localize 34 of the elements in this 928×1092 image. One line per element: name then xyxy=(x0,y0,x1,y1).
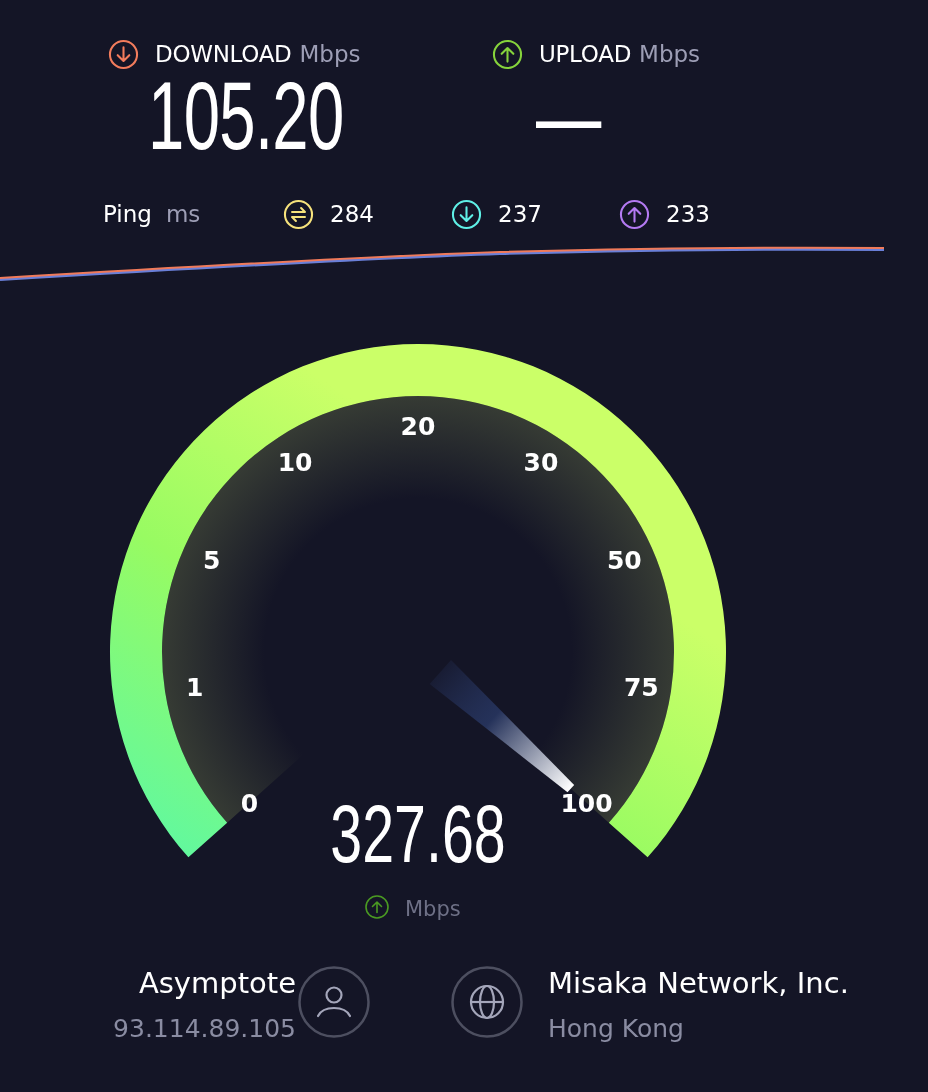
scale-label: 5 xyxy=(203,545,221,575)
unit-label: ms xyxy=(165,201,201,227)
download-icon xyxy=(108,38,139,70)
result-label: DOWNLOAD xyxy=(155,41,292,67)
ping-value: 284 xyxy=(330,201,374,227)
upload-icon xyxy=(365,895,389,919)
scale-label: 0 xyxy=(240,788,259,818)
scale-label: 50 xyxy=(606,545,642,575)
user-icon[interactable] xyxy=(298,966,370,1038)
speed-reading: 327.68 xyxy=(330,787,506,880)
scale-label: 75 xyxy=(623,672,659,702)
scale-label: 20 xyxy=(400,412,436,441)
upload-icon xyxy=(619,198,650,230)
unit-label: Mbps xyxy=(639,41,701,67)
download-icon xyxy=(451,198,482,230)
server-name: Misaka Network, Inc. xyxy=(548,966,849,1000)
client-name: Asymptote xyxy=(138,966,296,1000)
unit-label: Mbps xyxy=(405,897,461,921)
ping-value: 233 xyxy=(666,201,710,227)
ping-label: Ping xyxy=(103,201,152,227)
scale-label: 100 xyxy=(560,788,613,818)
server-location: Hong Kong xyxy=(548,1014,685,1043)
speed-value: 105.20 xyxy=(148,70,344,162)
upload-icon xyxy=(492,38,523,70)
unit-label: Mbps xyxy=(299,41,361,67)
ping-value: 237 xyxy=(498,201,542,227)
speed-value: — xyxy=(536,70,601,162)
globe-icon[interactable] xyxy=(451,966,523,1038)
scale-label: 30 xyxy=(523,448,559,478)
jitter-icon xyxy=(283,198,314,230)
ip-address: 93.114.89.105 xyxy=(113,1014,296,1043)
scale-label: 10 xyxy=(277,448,313,478)
result-label: UPLOAD xyxy=(539,41,632,67)
scale-label: 1 xyxy=(186,672,204,702)
